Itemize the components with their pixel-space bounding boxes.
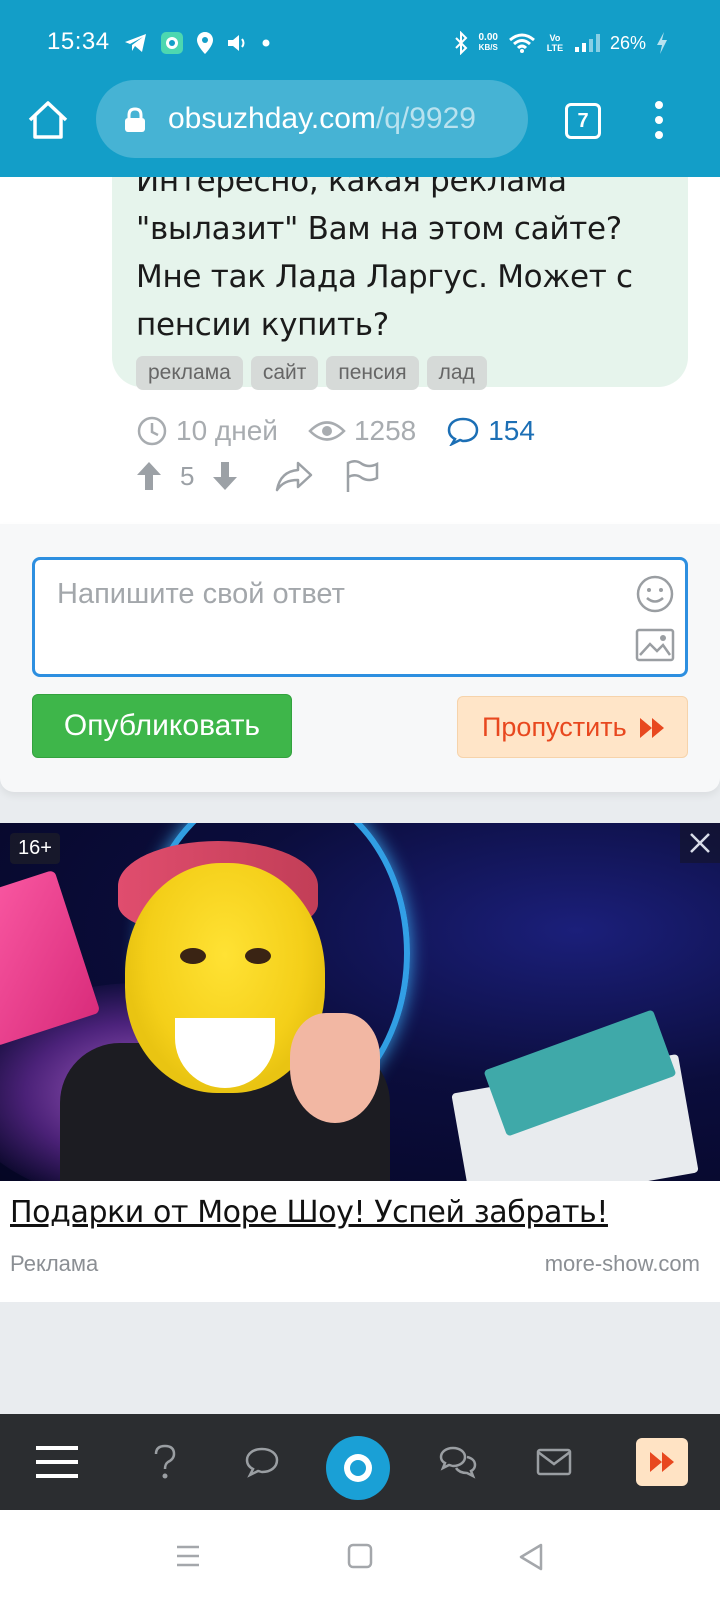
skip-nav-button[interactable] — [636, 1438, 688, 1486]
home-logo-icon[interactable] — [326, 1436, 390, 1500]
questions-button[interactable] — [135, 1414, 195, 1510]
upvote-icon[interactable] — [136, 461, 162, 491]
ad-age-rating: 16+ — [10, 833, 60, 864]
skip-icon — [650, 1452, 674, 1472]
status-bar: 15:34 0.00 KB/S Vo LTE 26% — [0, 0, 720, 86]
battery-level: 26% — [609, 32, 646, 53]
app-icon — [161, 32, 183, 54]
browser-header: 15:34 0.00 KB/S Vo LTE 26% obsuzhday.com… — [0, 0, 720, 177]
net-speed-value: 0.00 — [478, 32, 498, 43]
question-views-count: 1258 — [353, 415, 417, 446]
back-icon[interactable] — [518, 1543, 544, 1571]
question-comments-count: 154 — [488, 415, 535, 446]
mail-icon — [536, 1448, 572, 1476]
menu-button[interactable] — [27, 1414, 87, 1510]
clock-icon — [137, 416, 167, 446]
eye-icon — [308, 421, 346, 441]
skip-button[interactable]: Пропустить — [457, 696, 688, 758]
volume-icon — [228, 35, 245, 51]
tag[interactable]: реклама — [136, 356, 243, 390]
url-path: /q/9929 — [375, 102, 476, 135]
discussions-icon — [439, 1446, 477, 1479]
vote-count: 5 — [180, 460, 195, 491]
home-logo-center — [350, 1460, 366, 1476]
question-actions: 5 — [136, 459, 380, 493]
bluetooth-icon — [454, 31, 467, 55]
status-right-icons: 0.00 KB/S Vo LTE 26% — [453, 28, 669, 58]
downvote-icon[interactable] — [212, 461, 238, 491]
wifi-icon — [509, 33, 535, 53]
ad-label: Реклама — [10, 1251, 99, 1276]
volte-label: Vo LTE — [546, 33, 564, 53]
system-navigation-bar — [0, 1510, 720, 1600]
charging-icon — [657, 32, 667, 54]
image-upload-icon[interactable] — [635, 628, 675, 662]
report-flag-icon[interactable] — [344, 459, 380, 493]
ad-child-hand — [290, 1013, 380, 1123]
home-button[interactable] — [26, 98, 70, 142]
recents-icon[interactable] — [175, 1543, 201, 1569]
question-meta: 10 дней 1258 154 — [136, 413, 565, 449]
signal-icon — [574, 34, 600, 52]
url-text: obsuzhday.com/q/9929 — [168, 102, 476, 136]
address-bar[interactable]: obsuzhday.com/q/9929 — [96, 80, 528, 158]
ad-child-eye — [180, 948, 206, 964]
fast-forward-icon — [640, 718, 664, 738]
location-icon — [197, 32, 213, 54]
tag[interactable]: лад — [426, 356, 487, 390]
question-views: 1258 — [308, 415, 416, 447]
home-icon[interactable] — [347, 1543, 373, 1569]
question-comments[interactable]: 154 — [446, 415, 535, 447]
emoji-icon[interactable] — [635, 574, 675, 614]
question-card: Интересно, какая реклама "вылазит" Вам н… — [0, 177, 720, 524]
question-age: 10 дней — [136, 415, 278, 447]
skip-button-label: Пропустить — [482, 712, 627, 742]
menu-icon — [36, 1446, 78, 1478]
question-icon — [154, 1444, 176, 1479]
net-speed-unit: KB/S — [478, 43, 498, 52]
comment-icon — [447, 417, 479, 446]
ad-domain[interactable]: more-show.com — [545, 1251, 700, 1277]
answer-input[interactable]: Напишите свой ответ — [32, 557, 688, 677]
publish-button[interactable]: Опубликовать — [32, 694, 292, 758]
status-time: 15:34 — [47, 28, 110, 55]
net-speed: 0.00 KB/S — [479, 33, 498, 53]
question-age-text: 10 дней — [176, 415, 278, 446]
ad-title-link[interactable]: Подарки от Море Шоу! Успей забрать! — [10, 1195, 608, 1230]
chat-icon — [245, 1447, 279, 1478]
bottom-navigation — [0, 1414, 720, 1510]
close-icon[interactable] — [680, 823, 720, 863]
messages-button[interactable] — [524, 1414, 584, 1510]
discussions-button[interactable] — [428, 1414, 488, 1510]
tab-switcher-button[interactable]: 7 — [565, 103, 601, 139]
overflow-menu-icon[interactable] — [652, 100, 666, 140]
lock-icon — [125, 107, 145, 132]
dot-icon — [262, 39, 270, 47]
share-icon[interactable] — [274, 460, 314, 492]
tag[interactable]: сайт — [250, 356, 319, 390]
answer-placeholder: Напишите свой ответ — [57, 578, 345, 610]
ad-image[interactable]: 16+ — [0, 823, 720, 1181]
url-host: obsuzhday.com — [168, 102, 376, 135]
question-text: Интересно, какая реклама "вылазит" Вам н… — [136, 177, 633, 343]
advertisement[interactable]: 16+ Подарки от Море Шоу! Успей забрать! … — [0, 823, 720, 1302]
question-tags: реклама сайт пенсия лад — [136, 356, 487, 390]
telegram-icon — [125, 34, 146, 52]
ad-child-eye — [245, 948, 271, 964]
status-left-icons — [124, 30, 270, 56]
answer-form: Напишите свой ответ Опубликовать Пропуст… — [0, 524, 720, 792]
chat-button[interactable] — [232, 1414, 292, 1510]
tag[interactable]: пенсия — [326, 356, 419, 390]
